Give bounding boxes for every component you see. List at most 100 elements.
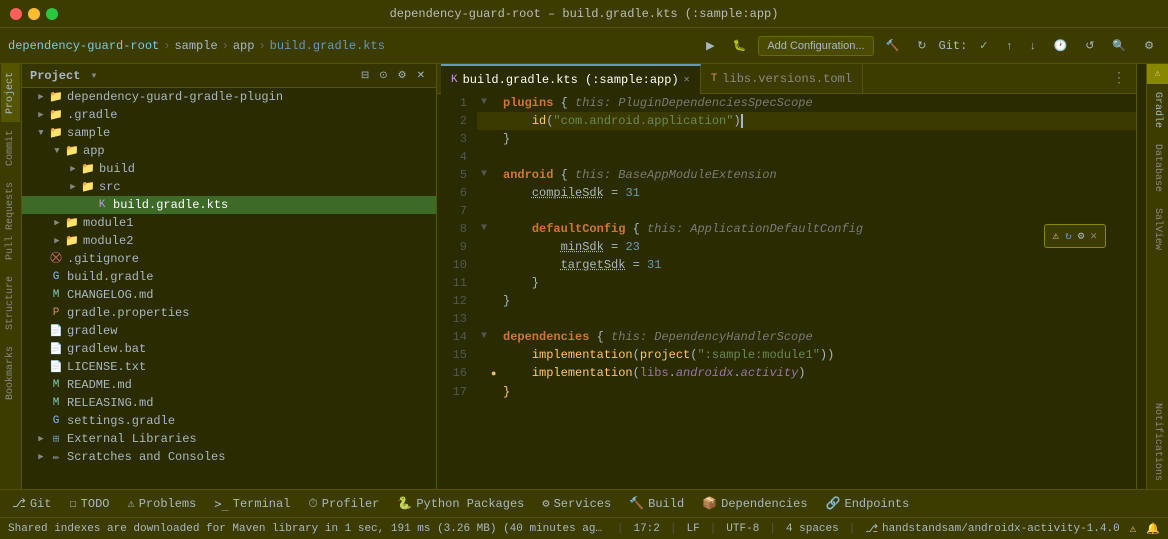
tree-item-module2[interactable]: ▶ 📁 module2 [22, 232, 436, 250]
line-content-1[interactable]: plugins { this: PluginDependenciesSpecSc… [495, 94, 1136, 112]
build-toolbar-btn[interactable]: 🔨 [880, 36, 906, 55]
bookmarks-tool-button[interactable]: Bookmarks [1, 338, 20, 408]
charset[interactable]: UTF-8 [726, 523, 759, 535]
settings-btn[interactable]: ⚙ [1138, 36, 1160, 55]
line-content-8[interactable]: defaultConfig { this: ApplicationDefault… [495, 220, 1136, 238]
tree-item-gradle-dir[interactable]: ▶ 📁 .gradle [22, 106, 436, 124]
tree-item-scratches[interactable]: ▶ ✏ Scratches and Consoles [22, 448, 436, 466]
python-packages-bottom-tool[interactable]: 🐍 Python Packages [389, 494, 532, 513]
git-branch-status[interactable]: ⎇ handstandsam/androidx-activity-1.4.0 [865, 522, 1119, 536]
collapse-all-btn[interactable]: ⊟ [358, 68, 372, 83]
window-controls[interactable] [10, 8, 58, 20]
code-editor[interactable]: ⚠ ↻ ⚙ ✕ 1 ▼ plugins { this: PluginDepend… [437, 94, 1136, 489]
tree-item-ext-libs[interactable]: ▶ ⊞ External Libraries [22, 430, 436, 448]
todo-bottom-tool[interactable]: ☐ TODO [61, 494, 117, 513]
tab-build-gradle[interactable]: K build.gradle.kts (:sample:app) ✕ [441, 64, 701, 94]
build-bottom-tool[interactable]: 🔨 Build [621, 494, 692, 513]
line-content-10[interactable]: targetSdk = 31 [495, 256, 1136, 274]
run-button[interactable]: ▶ [700, 36, 720, 55]
tree-item-gradlew-bat[interactable]: ▶ 📄 gradlew.bat [22, 340, 436, 358]
git-bottom-tool[interactable]: ⎇ Git [4, 494, 59, 513]
debug-button[interactable]: 🐛 [727, 36, 753, 55]
tree-item-src[interactable]: ▶ 📁 src [22, 178, 436, 196]
tree-item-app[interactable]: ▼ 📁 app [22, 142, 436, 160]
endpoints-bottom-tool[interactable]: 🔗 Endpoints [818, 494, 918, 513]
line-content-3[interactable]: } [495, 130, 1136, 148]
line-content-11[interactable]: } [495, 274, 1136, 292]
fold-14[interactable]: ▼ [477, 328, 491, 346]
tab-more-button[interactable]: ⋮ [1106, 70, 1132, 87]
line-content-7[interactable] [495, 202, 1136, 220]
close-button[interactable] [10, 8, 22, 20]
line-content-13[interactable] [495, 310, 1136, 328]
line-content-4[interactable] [495, 148, 1136, 166]
notifications-tool-button[interactable]: Notifications [1148, 395, 1167, 489]
sidebar-settings-btn[interactable]: ⚙ [395, 68, 410, 83]
services-bottom-tool[interactable]: ⚙ Services [534, 494, 619, 513]
line-endings[interactable]: LF [686, 523, 699, 535]
problems-bottom-tool[interactable]: ⚠ Problems [119, 494, 204, 513]
line-content-16[interactable]: implementation(libs.androidx.activity) [495, 364, 1136, 383]
breadcrumb-part-1[interactable]: dependency-guard-root [8, 39, 159, 53]
maximize-button[interactable] [46, 8, 58, 20]
undo-btn[interactable]: ↺ [1079, 36, 1100, 55]
warning-panel-settings-icon[interactable]: ⚙ [1078, 229, 1085, 243]
git-push-btn[interactable]: ↑ [1001, 37, 1019, 55]
commit-tool-button[interactable]: Commit [1, 122, 20, 174]
tree-item-build-dir[interactable]: ▶ 📁 build [22, 160, 436, 178]
tree-item-license[interactable]: ▶ 📄 LICENSE.txt [22, 358, 436, 376]
line-content-15[interactable]: implementation(project(":sample:module1"… [495, 346, 1136, 364]
terminal-bottom-tool[interactable]: >_ Terminal [206, 495, 298, 513]
sync-btn[interactable]: ↻ [911, 36, 932, 55]
line-content-6[interactable]: compileSdk = 31 [495, 184, 1136, 202]
warning-panel-close-icon[interactable]: ✕ [1090, 229, 1097, 243]
breadcrumb-part-2[interactable]: sample [174, 39, 217, 53]
minimize-button[interactable] [28, 8, 40, 20]
warning-indicator[interactable]: ⚠ [1147, 64, 1168, 84]
line-content-9[interactable]: minSdk = 23 [495, 238, 1136, 256]
status-warnings-btn[interactable]: ⚠ [1130, 522, 1137, 536]
line-content-5[interactable]: android { this: BaseAppModuleExtension [495, 166, 1136, 184]
cursor-position[interactable]: 17:2 [633, 523, 659, 535]
project-dropdown-icon[interactable]: ▾ [90, 68, 97, 83]
search-btn[interactable]: 🔍 [1106, 36, 1132, 55]
add-config-button[interactable]: Add Configuration... [758, 36, 873, 56]
fold-8[interactable]: ▼ [477, 220, 491, 238]
project-tool-button[interactable]: Project [1, 64, 20, 122]
tree-item-module1[interactable]: ▶ 📁 module1 [22, 214, 436, 232]
tree-item-build-gradle-root[interactable]: ▶ G build.gradle [22, 268, 436, 286]
tree-item-readme[interactable]: ▶ M README.md [22, 376, 436, 394]
scroll-to-btn[interactable]: ⊙ [376, 68, 390, 83]
tab-libs-versions[interactable]: T libs.versions.toml [701, 64, 863, 94]
fold-5[interactable]: ▼ [477, 166, 491, 184]
tab-close-build-gradle[interactable]: ✕ [684, 74, 690, 86]
line-content-2[interactable]: id("com.android.application") [495, 112, 1136, 130]
dependencies-bottom-tool[interactable]: 📦 Dependencies [694, 494, 815, 513]
structure-tool-button[interactable]: Structure [1, 268, 20, 338]
indent-setting[interactable]: 4 spaces [786, 523, 839, 535]
line-content-14[interactable]: dependencies { this: DependencyHandlerSc… [495, 328, 1136, 346]
gradle-tool-button[interactable]: Gradle [1148, 84, 1167, 136]
tree-item-plugin[interactable]: ▶ 📁 dependency-guard-gradle-plugin [22, 88, 436, 106]
line-content-17[interactable]: } [495, 383, 1136, 401]
tree-item-settings-gradle[interactable]: ▶ G settings.gradle [22, 412, 436, 430]
tree-item-gradle-props[interactable]: ▶ P gradle.properties [22, 304, 436, 322]
fold-1[interactable]: ▼ [477, 94, 491, 112]
tree-item-sample[interactable]: ▼ 📁 sample [22, 124, 436, 142]
profiler-bottom-tool[interactable]: ⏱ Profiler [300, 495, 387, 513]
sal-view-tool-button[interactable]: SalView [1148, 200, 1167, 258]
warning-panel-refresh-icon[interactable]: ↻ [1065, 229, 1072, 243]
tree-item-releasing[interactable]: ▶ M RELEASING.md [22, 394, 436, 412]
pull-requests-tool-button[interactable]: Pull Requests [1, 174, 20, 268]
tree-item-gitignore[interactable]: ▶ ⛒ .gitignore [22, 250, 436, 268]
tree-item-changelog[interactable]: ▶ M CHANGELOG.md [22, 286, 436, 304]
scrollbar-area[interactable] [1136, 64, 1146, 489]
git-history-btn[interactable]: 🕐 [1048, 36, 1074, 55]
git-pull-btn[interactable]: ↓ [1024, 37, 1042, 55]
line-content-12[interactable]: } [495, 292, 1136, 310]
tree-item-build-gradle-kts[interactable]: ▶ K build.gradle.kts [22, 196, 436, 214]
database-tool-button[interactable]: Database [1148, 136, 1167, 200]
breadcrumb-part-3[interactable]: app [233, 39, 255, 53]
tree-item-gradlew[interactable]: ▶ 📄 gradlew [22, 322, 436, 340]
sidebar-close-btn[interactable]: ✕ [414, 68, 428, 83]
